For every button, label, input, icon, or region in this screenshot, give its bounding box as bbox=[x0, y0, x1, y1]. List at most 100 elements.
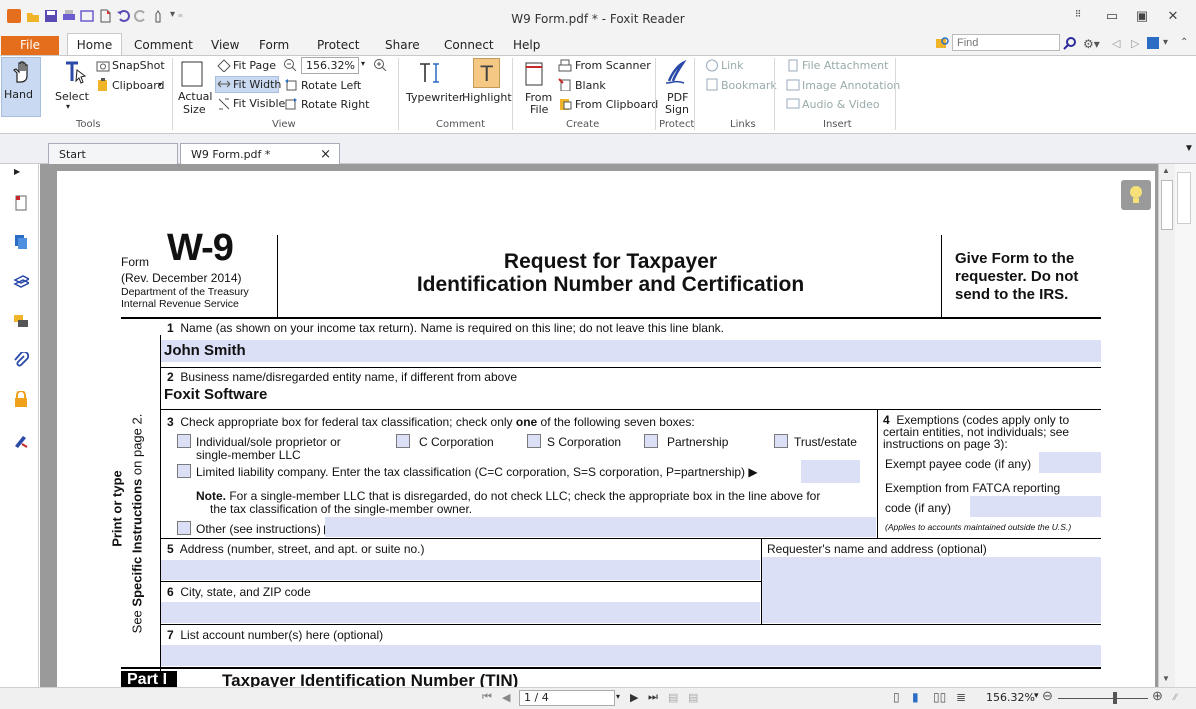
close-window-button[interactable]: ✕ bbox=[1165, 8, 1181, 24]
bookmark-panel-icon[interactable] bbox=[13, 195, 29, 211]
rotate-left-button[interactable]: Rotate Left bbox=[301, 79, 361, 92]
ribbon-display-icon[interactable]: ⠿ bbox=[1070, 6, 1086, 22]
next-result-icon[interactable]: ▷ bbox=[1131, 37, 1139, 50]
continuous-facing-icon[interactable]: ≣ bbox=[956, 690, 966, 704]
other-checkbox[interactable] bbox=[177, 521, 191, 535]
scroll-up-icon[interactable]: ▲ bbox=[1162, 166, 1170, 175]
tab-connect[interactable]: Connect bbox=[444, 38, 494, 52]
minimize-button[interactable]: ▭ bbox=[1104, 8, 1120, 24]
fatca-code-field[interactable] bbox=[970, 496, 1101, 517]
actual-size-label-2[interactable]: Size bbox=[183, 103, 206, 116]
zoom-level[interactable]: 156.32% bbox=[986, 691, 1035, 704]
actual-size-label-1[interactable]: Actual bbox=[178, 90, 212, 103]
requester-field[interactable] bbox=[762, 557, 1101, 623]
vertical-scrollbar[interactable] bbox=[1158, 164, 1175, 687]
account-dropdown-icon[interactable]: ▾ bbox=[1163, 37, 1168, 48]
bookmark-button[interactable]: Bookmark bbox=[721, 79, 777, 92]
file-menu[interactable]: File bbox=[1, 36, 59, 55]
page-dropdown-icon[interactable]: ▾ bbox=[616, 692, 620, 701]
file-attachment-button[interactable]: File Attachment bbox=[802, 59, 888, 72]
previous-page-icon[interactable]: ◀ bbox=[502, 691, 510, 704]
single-page-icon[interactable]: ▯ bbox=[893, 690, 900, 704]
individual-checkbox[interactable] bbox=[177, 434, 191, 448]
pages-panel-icon[interactable] bbox=[13, 234, 29, 250]
status-zoom-out-icon[interactable]: ⊖ bbox=[1042, 688, 1053, 704]
select-dropdown-icon[interactable]: ▾ bbox=[66, 102, 70, 111]
audio-video-button[interactable]: Audio & Video bbox=[802, 98, 880, 111]
tab-help[interactable]: Help bbox=[513, 38, 540, 52]
image-annotation-button[interactable]: Image Annotation bbox=[802, 79, 900, 92]
tab-start[interactable]: Start bbox=[48, 143, 178, 164]
continuous-page-icon[interactable]: ▮ bbox=[912, 690, 919, 704]
zoom-slider-track[interactable] bbox=[1058, 698, 1148, 699]
zoom-out-icon[interactable] bbox=[283, 58, 297, 71]
find-options-icon[interactable] bbox=[935, 36, 949, 50]
tab-protect[interactable]: Protect bbox=[317, 38, 359, 52]
tab-list-icon[interactable]: ▼ bbox=[1184, 143, 1194, 154]
expand-panel-icon[interactable]: ▶ bbox=[14, 167, 20, 176]
city-state-zip-field[interactable] bbox=[161, 602, 760, 623]
business-name-field[interactable] bbox=[161, 384, 1101, 407]
tab-comment[interactable]: Comment bbox=[134, 38, 193, 52]
facing-page-icon[interactable]: ▯▯ bbox=[933, 690, 946, 704]
status-zoom-in-icon[interactable]: ⊕ bbox=[1152, 688, 1163, 704]
collapse-ribbon-icon[interactable]: ⌃ bbox=[1180, 37, 1188, 48]
exempt-payee-field[interactable] bbox=[1039, 452, 1101, 473]
llc-checkbox[interactable] bbox=[177, 464, 191, 478]
account-icon[interactable] bbox=[1147, 37, 1159, 49]
clipboard-button[interactable]: Clipboard bbox=[112, 79, 165, 92]
document-viewport[interactable]: Form W-9 (Rev. December 2014) Department… bbox=[40, 164, 1158, 687]
resize-grip-icon[interactable]: ⁄⁄ bbox=[1174, 692, 1177, 702]
gear-icon[interactable]: ⚙▾ bbox=[1083, 37, 1100, 51]
fit-page-button[interactable]: Fit Page bbox=[233, 59, 276, 72]
previous-view-icon[interactable]: ▤ bbox=[668, 691, 678, 704]
s-corporation-checkbox[interactable] bbox=[527, 434, 541, 448]
scrollbar-thumb[interactable] bbox=[1161, 180, 1173, 230]
signatures-panel-icon[interactable] bbox=[13, 432, 29, 448]
last-page-icon[interactable]: ⏭ bbox=[648, 691, 658, 704]
tab-home[interactable]: Home bbox=[67, 33, 122, 56]
pdf-sign-label-2[interactable]: Sign bbox=[665, 103, 689, 116]
from-file-label-2[interactable]: File bbox=[530, 103, 548, 116]
snapshot-button[interactable]: SnapShot bbox=[112, 59, 165, 72]
zoom-level-dropdown-icon[interactable]: ▾ bbox=[1034, 690, 1039, 701]
c-corporation-checkbox[interactable] bbox=[396, 434, 410, 448]
partnership-checkbox[interactable] bbox=[644, 434, 658, 448]
llc-classification-field[interactable] bbox=[801, 460, 860, 483]
lightbulb-icon[interactable] bbox=[1121, 180, 1151, 210]
select-text-icon[interactable] bbox=[63, 60, 87, 86]
clipboard-dropdown-icon[interactable]: ▾ bbox=[158, 80, 162, 89]
scroll-down-icon[interactable]: ▼ bbox=[1162, 674, 1170, 683]
trust-estate-checkbox[interactable] bbox=[774, 434, 788, 448]
rotate-right-button[interactable]: Rotate Right bbox=[301, 98, 369, 111]
from-scanner-button[interactable]: From Scanner bbox=[575, 59, 651, 72]
security-lock-icon[interactable] bbox=[13, 391, 29, 407]
comments-panel-icon[interactable] bbox=[13, 313, 29, 329]
from-clipboard-button[interactable]: From Clipboard bbox=[575, 98, 658, 111]
highlight-button[interactable]: Highlight bbox=[462, 91, 512, 104]
close-tab-icon[interactable]: × bbox=[320, 147, 331, 162]
name-field[interactable] bbox=[161, 340, 1101, 362]
tab-form[interactable]: Form bbox=[259, 38, 289, 52]
select-label[interactable]: Select bbox=[55, 90, 89, 103]
find-input[interactable] bbox=[952, 34, 1060, 51]
layers-panel-icon[interactable] bbox=[13, 274, 29, 290]
account-numbers-field[interactable] bbox=[161, 645, 1101, 666]
link-button[interactable]: Link bbox=[721, 59, 744, 72]
page-number-input[interactable]: 1 / 4 bbox=[519, 690, 615, 706]
previous-result-icon[interactable]: ◁ bbox=[1112, 37, 1120, 50]
search-icon[interactable] bbox=[1063, 36, 1077, 50]
fit-visible-button[interactable]: Fit Visible bbox=[233, 97, 285, 110]
next-view-icon[interactable]: ▤ bbox=[688, 691, 698, 704]
typewriter-button[interactable]: Typewriter bbox=[406, 91, 463, 104]
tab-w9-form[interactable]: W9 Form.pdf * × bbox=[180, 143, 340, 164]
next-page-icon[interactable]: ▶ bbox=[630, 691, 638, 704]
tab-share[interactable]: Share bbox=[385, 38, 420, 52]
first-page-icon[interactable]: ⏮ bbox=[482, 691, 492, 704]
zoom-dropdown-icon[interactable]: ▾ bbox=[361, 59, 365, 68]
blank-button[interactable]: Blank bbox=[575, 79, 606, 92]
other-field[interactable] bbox=[325, 517, 876, 537]
maximize-button[interactable]: ▣ bbox=[1134, 8, 1150, 24]
attachments-panel-icon[interactable] bbox=[13, 352, 29, 368]
tab-view[interactable]: View bbox=[211, 38, 239, 52]
